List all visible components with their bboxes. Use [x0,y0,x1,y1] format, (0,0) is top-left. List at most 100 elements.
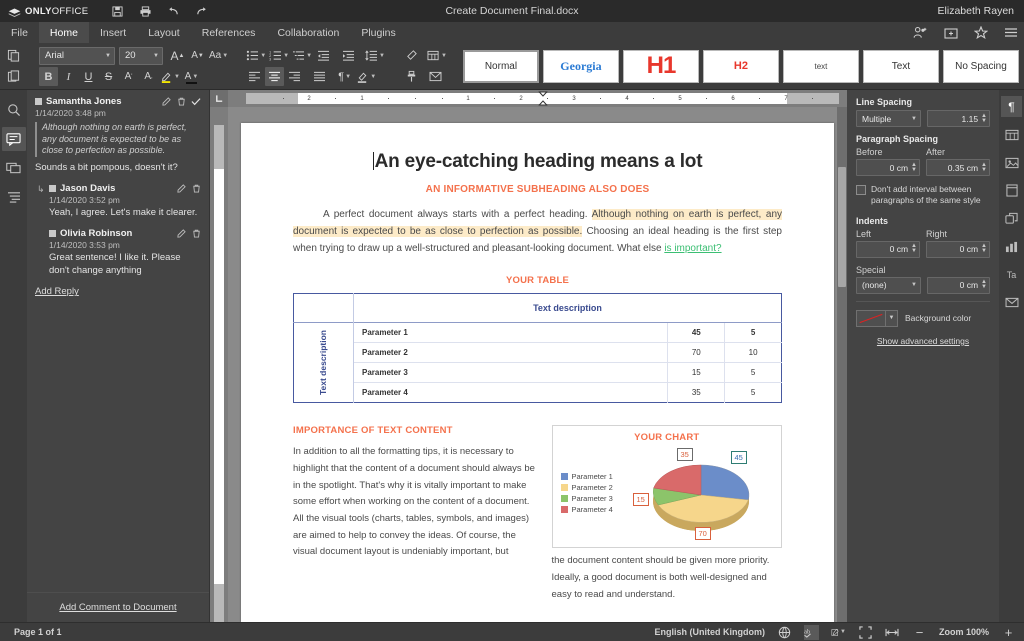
edit-comment-icon[interactable] [176,228,186,238]
line-spacing-value-stepper[interactable]: 1.15 ▲ ▼ [927,110,990,127]
menu-item-layout[interactable]: Layout [137,22,191,43]
spelling-globe-icon[interactable] [777,625,792,640]
tab-stop-selector-icon[interactable] [210,90,228,107]
vertical-ruler-track[interactable] [214,125,224,622]
spellcheck-icon[interactable]: ab [803,624,819,640]
indent-left-stepper[interactable]: 0 cm ▲ ▼ [856,240,920,258]
multilevel-list-icon[interactable]: ▼ [291,46,313,65]
scrollbar-thumb[interactable] [838,167,846,287]
style-h1[interactable]: H1 [622,49,699,83]
style-no-spacing[interactable]: No Spacing [942,49,1019,83]
superscript-button[interactable]: A ' [119,67,138,86]
table-settings-tab[interactable] [1001,124,1022,145]
clear-style-icon[interactable] [402,46,421,65]
show-advanced-settings-link[interactable]: Show advanced settings [856,336,990,346]
underline-button[interactable]: U [79,67,98,86]
horizontal-ruler-track[interactable]: 2 1 1 2 3 4 5 6 7 [246,91,839,106]
open-folder-icon[interactable] [943,25,958,40]
fit-page-icon[interactable] [858,625,873,640]
strikethrough-button[interactable]: S [99,67,118,86]
increase-indent-icon[interactable] [339,46,358,65]
paste-icon[interactable] [4,67,23,86]
add-comment-to-document-link[interactable]: Add Comment to Document [27,592,209,622]
line-spacing-icon[interactable]: ▼ [364,46,386,65]
image-settings-tab[interactable] [1001,152,1022,173]
star-icon[interactable] [973,25,988,40]
indent-marker[interactable] [537,91,548,106]
menu-item-collaboration[interactable]: Collaboration [266,22,350,43]
style-text-small[interactable]: text [782,49,859,83]
chart-settings-tab[interactable] [1001,236,1022,257]
bullets-icon[interactable]: ▼ [245,46,267,65]
fit-width-icon[interactable] [885,625,900,640]
font-color-icon[interactable]: A ▼ [182,67,201,86]
edit-comment-icon[interactable] [161,97,171,107]
header-footer-settings-tab[interactable] [1001,180,1022,201]
shape-settings-tab[interactable] [1001,208,1022,229]
chat-icon[interactable] [2,156,26,180]
search-icon[interactable] [2,98,26,122]
dont-add-interval-checkbox-row[interactable]: Don't add interval between paragraphs of… [856,184,990,207]
save-icon[interactable] [110,4,124,18]
shading-color-icon[interactable]: ▼ [355,67,377,86]
redo-icon[interactable] [194,4,208,18]
stepper-arrows-icon[interactable]: ▲ ▼ [981,113,987,124]
document-table[interactable]: Text description Text description Parame… [293,293,782,404]
resolve-comment-icon[interactable] [191,97,201,107]
vertical-ruler[interactable] [210,107,228,622]
delete-comment-icon[interactable] [191,183,201,193]
decrease-font-size-icon[interactable]: A ▼ [188,46,207,65]
align-right-button[interactable] [285,67,304,86]
track-changes-icon[interactable]: ▼ [831,625,846,640]
style-georgia[interactable]: Georgia [542,49,619,83]
increase-font-size-icon[interactable]: A ▲ [168,46,187,65]
style-text[interactable]: Text [862,49,939,83]
mail-merge-settings-tab[interactable] [1001,292,1022,313]
menu-item-references[interactable]: References [191,22,267,43]
after-chart-text[interactable]: the document content should be given mor… [552,553,783,603]
style-h2[interactable]: H2 [702,49,779,83]
italic-button[interactable]: I [59,67,78,86]
zoom-out-button[interactable]: − [912,625,927,640]
document-paragraph[interactable]: A perfect document always starts with a … [293,207,782,257]
print-icon[interactable] [138,4,152,18]
zoom-in-button[interactable]: + [1001,625,1016,640]
insert-table-icon[interactable]: ▼ [426,46,448,65]
line-spacing-mode-select[interactable]: Multiple ▼ [856,110,921,127]
table-title[interactable]: YOUR TABLE [293,275,782,286]
hamburger-menu-icon[interactable] [1003,25,1018,40]
menu-item-insert[interactable]: Insert [89,22,137,43]
align-justify-button[interactable] [310,67,329,86]
add-reply-link[interactable]: Add Reply [35,286,79,297]
special-indent-amount-stepper[interactable]: 0 cm ▲ ▼ [927,276,990,294]
pie-chart[interactable]: YOUR CHART Parameter 1 Parameter 2 Param… [551,425,782,549]
undo-icon[interactable] [166,4,180,18]
mail-merge-icon[interactable] [426,67,445,86]
delete-comment-icon[interactable] [176,97,186,107]
spacing-before-stepper[interactable]: 0 cm ▲ ▼ [856,159,920,176]
edit-comment-icon[interactable] [176,183,186,193]
stepper-arrows-icon[interactable]: ▲ ▼ [911,243,917,254]
change-case-icon[interactable]: Aa ▼ [208,46,229,65]
stepper-arrows-icon[interactable]: ▲ ▼ [981,162,987,173]
section-heading[interactable]: IMPORTANCE OF TEXT CONTENT [293,425,538,436]
copy-icon[interactable] [4,46,23,65]
indent-right-stepper[interactable]: 0 cm ▲ ▼ [926,240,990,258]
text-art-settings-tab[interactable]: Ta [1001,264,1022,285]
menu-item-home[interactable]: Home [38,22,89,43]
brand-logo-group[interactable]: ONLYOFFICE [0,6,88,17]
stepper-arrows-icon[interactable]: ▲ ▼ [911,162,917,173]
menu-item-file[interactable]: File [0,22,39,43]
horizontal-ruler[interactable]: 2 1 1 2 3 4 5 6 7 [228,90,847,107]
menu-item-plugins[interactable]: Plugins [350,22,406,43]
spacing-after-stepper[interactable]: 0.35 cm ▲ ▼ [926,159,990,176]
zoom-level[interactable]: Zoom 100% [939,627,989,637]
document-vertical-scrollbar[interactable] [837,107,847,622]
subscript-button[interactable]: A, [139,67,158,86]
align-center-button[interactable] [265,67,285,86]
paragraph-settings-tab[interactable]: ¶ [1001,96,1022,117]
headings-navigation-icon[interactable] [2,185,26,209]
delete-comment-icon[interactable] [191,228,201,238]
bold-button[interactable]: B [39,67,58,86]
copy-style-icon[interactable] [402,67,421,86]
